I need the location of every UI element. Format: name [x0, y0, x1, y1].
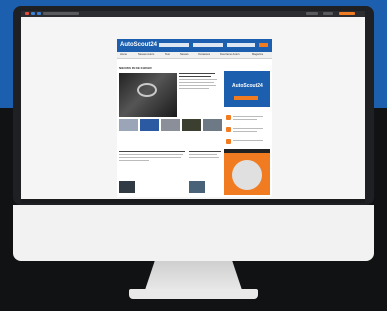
nav-item[interactable]: Home — [120, 53, 127, 56]
taskbar — [21, 199, 365, 203]
nav-item[interactable]: Occasions — [198, 53, 210, 56]
nav-item[interactable]: Nieuws — [180, 53, 189, 56]
sidebar-item-icon — [226, 139, 231, 144]
site-logo[interactable]: AutoScout24 — [120, 42, 157, 48]
nav-item[interactable]: Nieuwe Auto's — [138, 53, 154, 56]
sidebar-item[interactable] — [226, 127, 268, 133]
thumbnail-image[interactable] — [182, 119, 201, 131]
sidebar-item-icon — [226, 115, 231, 120]
monitor-screen: AutoScout24 Home Nieuwe Auto's Test Nieu… — [21, 11, 365, 203]
site-header: AutoScout24 — [117, 39, 272, 52]
search-field[interactable] — [193, 43, 223, 47]
thumbnail-image[interactable] — [203, 119, 222, 131]
toolbar-item[interactable] — [323, 12, 333, 15]
sidebar-item-icon — [226, 127, 231, 132]
ad-logo: AutoScout24 — [232, 83, 263, 89]
browser-toolbar — [21, 11, 365, 17]
article-image[interactable] — [119, 181, 135, 193]
maximize-window-button[interactable] — [37, 12, 41, 15]
address-bar[interactable] — [43, 12, 79, 15]
webpage: AutoScout24 Home Nieuwe Auto's Test Nieu… — [117, 39, 272, 197]
thumbnail-image[interactable] — [161, 119, 180, 131]
thumbnail-image[interactable] — [119, 119, 138, 131]
monitor-stand — [145, 261, 242, 290]
hero-image[interactable] — [119, 73, 177, 117]
monitor-stand-base — [129, 289, 258, 299]
ad-cta-button[interactable] — [234, 96, 258, 100]
section-title: NIEUWS IN DE KIJKER — [119, 66, 152, 70]
toolbar-item[interactable] — [306, 12, 318, 15]
search-field[interactable] — [227, 43, 255, 47]
advertisement-banner[interactable]: AutoScout24 — [224, 71, 270, 107]
thumbnail-image[interactable] — [140, 119, 159, 131]
close-window-button[interactable] — [25, 12, 29, 15]
sidebar-item[interactable] — [226, 115, 268, 121]
main-navigation: Home Nieuwe Auto's Test Nieuws Occasions… — [117, 52, 272, 59]
search-field[interactable] — [159, 43, 189, 47]
nav-item[interactable]: Duurzame Auto's — [220, 53, 240, 56]
search-button[interactable] — [259, 43, 268, 47]
car-badge-icon — [137, 83, 157, 97]
monitor-chin — [13, 205, 374, 261]
nav-item[interactable]: Magazine — [252, 53, 263, 56]
toolbar-highlight-button[interactable] — [339, 12, 355, 15]
nav-item[interactable]: Test — [165, 53, 170, 56]
sidebar-item[interactable] — [226, 139, 268, 145]
advertisement-banner[interactable] — [224, 153, 270, 195]
minimize-window-button[interactable] — [31, 12, 35, 15]
hero-article-text — [179, 73, 219, 91]
article-image[interactable] — [189, 181, 205, 193]
ad-emblem-icon — [232, 160, 262, 190]
